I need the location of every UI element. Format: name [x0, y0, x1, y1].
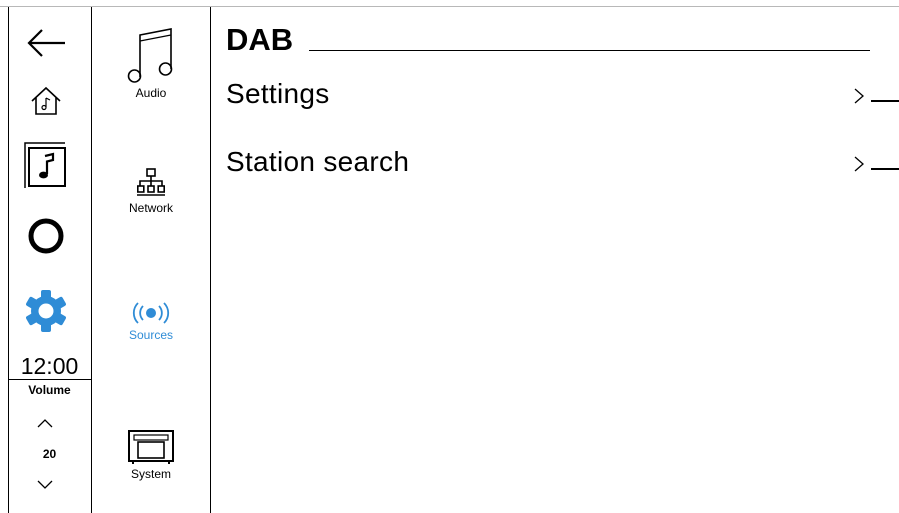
- ring-icon: [28, 218, 63, 254]
- music-card-icon: [23, 142, 66, 188]
- category-network[interactable]: Network: [92, 168, 210, 215]
- title-underline: [309, 50, 870, 51]
- item-dash: [871, 168, 899, 170]
- network-icon: [137, 168, 165, 196]
- category-label: Sources: [128, 328, 174, 342]
- chevron-right-icon: [854, 88, 864, 104]
- item-dash: [871, 100, 899, 102]
- voice-assistant-button[interactable]: [0, 216, 91, 256]
- category-label: System: [130, 467, 171, 481]
- menu-item-label: Station search: [226, 146, 410, 177]
- volume-down-button[interactable]: [36, 478, 54, 496]
- settings-button[interactable]: [0, 288, 91, 334]
- menu-item-label: Settings: [226, 78, 330, 109]
- category-label: Audio: [135, 86, 167, 100]
- music-note-icon: [127, 28, 173, 83]
- rail-left-divider: [8, 7, 9, 513]
- clock-divider: [8, 379, 91, 380]
- page-title: DAB: [226, 22, 294, 57]
- device-icon: [128, 430, 174, 464]
- category-system[interactable]: System: [92, 430, 210, 481]
- top-border: [0, 6, 899, 7]
- now-playing-button[interactable]: [0, 142, 91, 190]
- category-divider: [210, 7, 211, 513]
- menu-item-settings[interactable]: Settings: [212, 72, 899, 128]
- back-button[interactable]: [0, 28, 91, 58]
- volume-label: Volume: [28, 383, 71, 397]
- category-label: Network: [128, 201, 173, 215]
- broadcast-icon: [132, 302, 170, 324]
- home-icon: [30, 86, 61, 115]
- volume-up-button[interactable]: [36, 416, 54, 434]
- chevron-up-icon: [37, 419, 53, 428]
- category-sources[interactable]: Sources: [92, 301, 210, 342]
- category-audio[interactable]: Audio: [92, 25, 210, 100]
- home-button[interactable]: [0, 84, 91, 118]
- back-arrow-icon: [26, 29, 65, 57]
- volume-value: 20: [42, 447, 57, 461]
- menu-item-station-search[interactable]: Station search: [212, 140, 899, 196]
- chevron-right-icon: [854, 156, 864, 172]
- clock: 12:00: [20, 353, 79, 379]
- chevron-down-icon: [37, 480, 53, 489]
- gear-icon: [25, 290, 66, 332]
